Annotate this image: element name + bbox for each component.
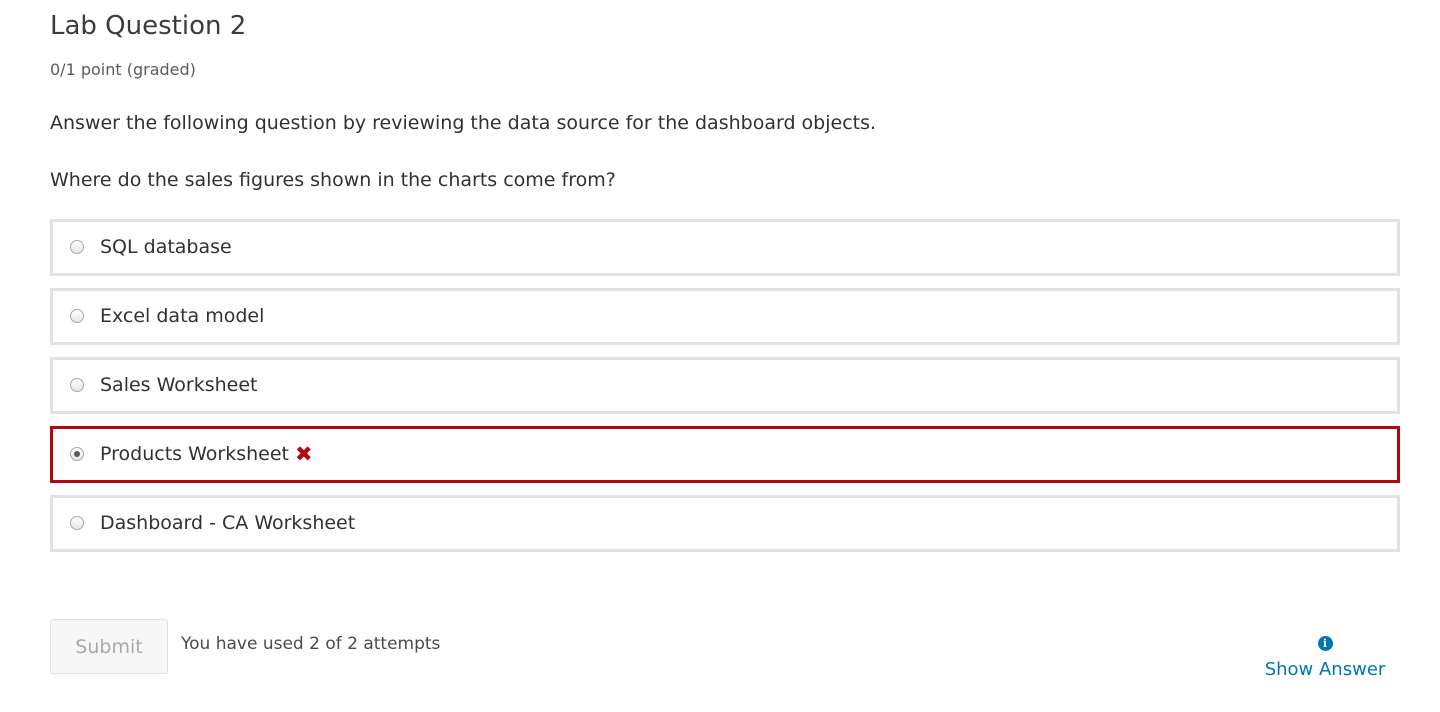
choice-label: Excel data model xyxy=(100,305,265,327)
choice-products-worksheet[interactable]: Products Worksheet ✖ xyxy=(50,426,1400,483)
instruction-text: Answer the following question by reviewi… xyxy=(50,112,877,134)
incorrect-icon: ✖ xyxy=(294,442,313,466)
choice-label: Dashboard - CA Worksheet xyxy=(100,512,356,534)
question-text: Where do the sales figures shown in the … xyxy=(50,169,616,191)
points-status: 0/1 point (graded) xyxy=(50,60,196,79)
attempts-text: You have used 2 of 2 attempts xyxy=(181,634,441,654)
choice-label: SQL database xyxy=(100,236,232,258)
choice-excel-data-model[interactable]: Excel data model xyxy=(50,288,1400,345)
show-answer-button[interactable]: i Show Answer xyxy=(1255,632,1395,681)
submit-button[interactable]: Submit xyxy=(50,619,168,674)
choice-label: Products Worksheet xyxy=(100,443,289,465)
problem-page: Lab Question 2 0/1 point (graded) Answer… xyxy=(0,0,1440,712)
show-answer-label: Show Answer xyxy=(1264,659,1386,680)
radio-button[interactable] xyxy=(70,378,84,392)
choice-sql-database[interactable]: SQL database xyxy=(50,219,1400,276)
choice-label: Sales Worksheet xyxy=(100,374,258,396)
choice-list: SQL database Excel data model Sales Work… xyxy=(50,219,1400,564)
radio-button[interactable] xyxy=(70,240,84,254)
choice-dashboard-ca-worksheet[interactable]: Dashboard - CA Worksheet xyxy=(50,495,1400,552)
choice-sales-worksheet[interactable]: Sales Worksheet xyxy=(50,357,1400,414)
choice-label-wrapper: Products Worksheet ✖ xyxy=(100,442,313,466)
radio-button-selected[interactable] xyxy=(70,447,84,461)
radio-button[interactable] xyxy=(70,516,84,530)
radio-button[interactable] xyxy=(70,309,84,323)
info-icon: i xyxy=(1317,636,1333,651)
problem-title: Lab Question 2 xyxy=(50,11,247,41)
